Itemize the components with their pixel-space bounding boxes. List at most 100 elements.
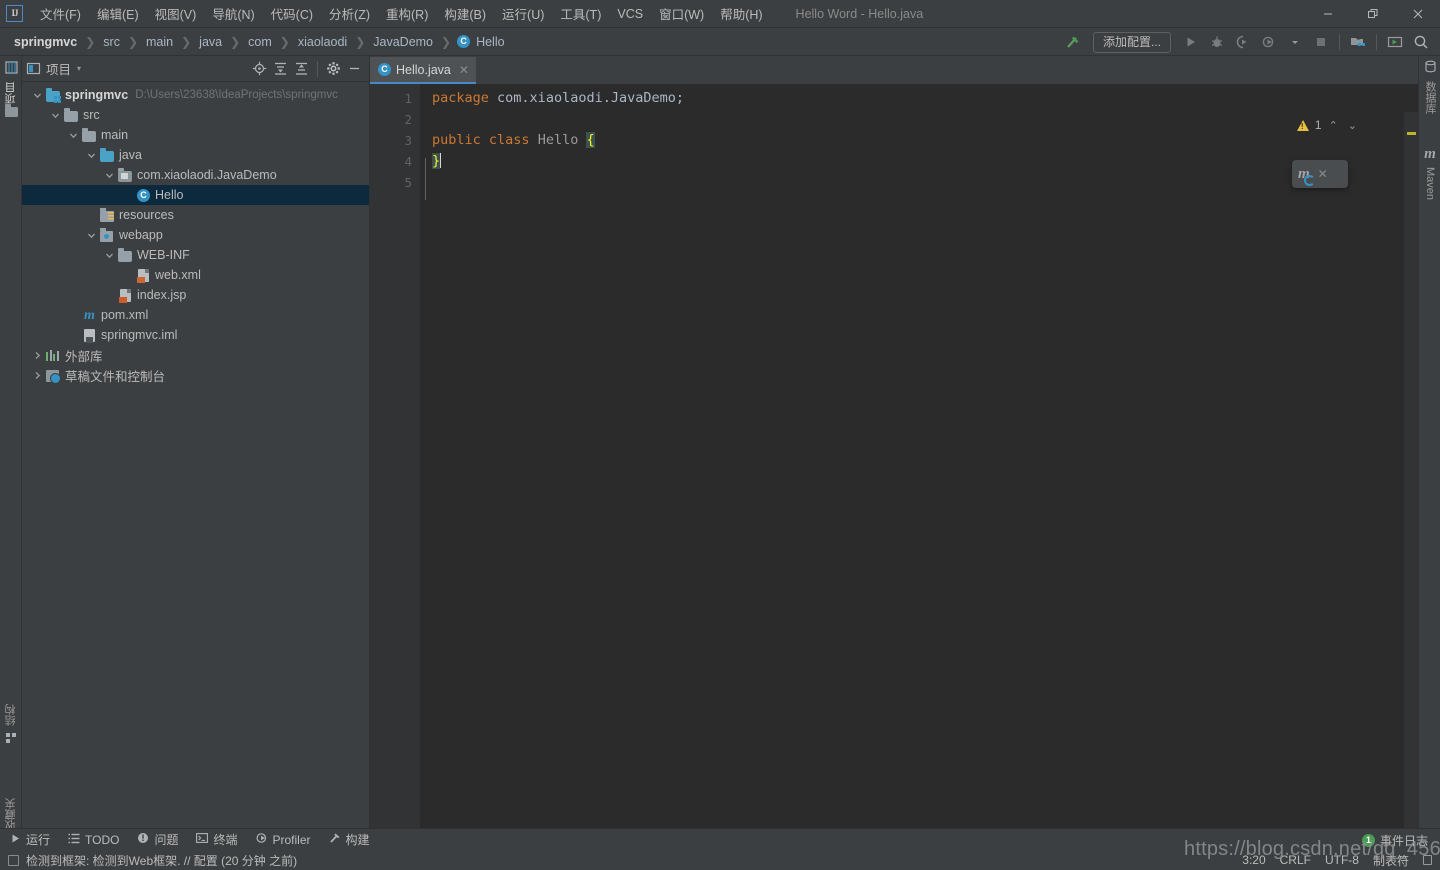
jsp-file-icon — [118, 288, 133, 303]
warning-marker[interactable] — [1407, 132, 1416, 135]
rail-button-database[interactable]: 数据库 — [1419, 60, 1440, 114]
close-icon[interactable]: ✕ — [459, 63, 469, 77]
code-line[interactable]: } — [432, 151, 1418, 172]
rail-button-structure[interactable]: 结构 — [0, 704, 22, 749]
chevron-down-icon[interactable] — [1282, 29, 1308, 55]
breadcrumb-item-2[interactable]: main — [144, 34, 175, 50]
chevron-down-icon[interactable] — [68, 130, 79, 141]
maven-reload-icon[interactable]: m — [1298, 166, 1315, 186]
tree-node-index-jsp[interactable]: index.jsp — [22, 285, 369, 305]
search-everywhere-icon[interactable] — [1408, 29, 1434, 55]
tree-node-web-xml[interactable]: web.xml — [22, 265, 369, 285]
breadcrumb-item-0[interactable]: springmvc — [12, 34, 79, 50]
run-coverage-icon[interactable] — [1230, 29, 1256, 55]
close-button[interactable] — [1395, 0, 1440, 28]
code-line[interactable] — [432, 172, 1418, 193]
chevron-down-icon[interactable] — [50, 110, 61, 121]
project-window-icon — [26, 61, 41, 76]
add-configuration-button[interactable]: 添加配置... — [1092, 31, 1171, 53]
breadcrumb-label: springmvc — [14, 34, 78, 49]
editor-tab-hello-java[interactable]: C Hello.java ✕ — [370, 57, 476, 84]
project-structure-icon[interactable] — [1345, 29, 1371, 55]
tree-node--[interactable]: 外部库 — [22, 345, 369, 365]
code-line[interactable] — [432, 109, 1418, 130]
code-editor[interactable]: 1 2 3 4 5 package com.xiaolaodi.JavaDemo; pu… — [370, 84, 1418, 828]
tree-node-pom-xml[interactable]: m pom.xml — [22, 305, 369, 325]
breadcrumb-item-5[interactable]: xiaolaodi — [296, 34, 349, 50]
project-tree[interactable]: springmvc D:\Users\23638\IdeaProjects\spr… — [22, 82, 369, 828]
menu-item-3[interactable]: 导航(N) — [204, 1, 262, 26]
code-line[interactable]: package com.xiaolaodi.JavaDemo; — [432, 88, 1418, 109]
build-hammer-icon[interactable] — [1060, 29, 1086, 55]
minimize-button[interactable] — [1305, 0, 1350, 28]
chevron-down-icon[interactable] — [86, 150, 97, 161]
menu-item-7[interactable]: 构建(B) — [436, 1, 494, 26]
code-folding-strip[interactable] — [420, 84, 432, 828]
chevron-right-icon[interactable] — [32, 370, 43, 381]
rail-button-project[interactable]: 项目 — [0, 60, 22, 117]
menu-item-8[interactable]: 运行(U) — [494, 1, 552, 26]
tree-node-com-xiaolaodi-javademo[interactable]: com.xiaolaodi.JavaDemo — [22, 165, 369, 185]
menu-item-10[interactable]: VCS — [609, 4, 651, 24]
status-message[interactable]: 检测到框架: 检测到Web框架. // 配置 (20 分钟 之前) — [26, 852, 297, 869]
tree-node-label: Hello — [155, 188, 184, 202]
breadcrumb-item-1[interactable]: src — [101, 34, 122, 50]
bottom-item-profiler[interactable]: Profiler — [248, 831, 319, 848]
expand-all-icon[interactable] — [270, 58, 291, 79]
tree-node-springmvc[interactable]: springmvc D:\Users\23638\IdeaProjects\spr… — [22, 85, 369, 105]
marker-scrollbar-stripe[interactable] — [1404, 112, 1418, 828]
chevron-down-icon[interactable] — [32, 90, 43, 101]
menu-item-0[interactable]: 文件(F) — [32, 1, 89, 26]
tree-node-src[interactable]: src — [22, 105, 369, 125]
collapse-all-icon[interactable] — [291, 58, 312, 79]
updating-running-icon[interactable] — [1382, 29, 1408, 55]
hide-minimize-icon[interactable] — [344, 58, 365, 79]
tree-node--[interactable]: 草稿文件和控制台 — [22, 365, 369, 385]
tree-node-hello[interactable]: C Hello — [22, 185, 369, 205]
chevron-down-icon[interactable]: ▾ — [77, 64, 81, 73]
menu-item-2[interactable]: 视图(V) — [147, 1, 205, 26]
tree-node-springmvc-iml[interactable]: springmvc.iml — [22, 325, 369, 345]
tree-node-java[interactable]: java — [22, 145, 369, 165]
profiler-icon[interactable] — [1256, 29, 1282, 55]
bottom-item-run[interactable]: 运行 — [2, 830, 58, 849]
chevron-right-icon[interactable] — [32, 350, 43, 361]
stop-icon[interactable] — [1308, 29, 1334, 55]
run-toolbar: 添加配置... — [1060, 28, 1440, 56]
breadcrumb-item-3[interactable]: java — [197, 34, 224, 50]
maven-reload-popup[interactable]: m ✕ — [1292, 160, 1348, 188]
run-icon[interactable] — [1178, 29, 1204, 55]
menu-item-4[interactable]: 代码(C) — [263, 1, 321, 26]
code-content[interactable]: package com.xiaolaodi.JavaDemo; public c… — [432, 84, 1418, 828]
restore-button[interactable] — [1350, 0, 1395, 28]
inspection-widget[interactable]: 1 ⌃ ⌄ — [1296, 118, 1360, 132]
menu-item-5[interactable]: 分析(Z) — [321, 1, 378, 26]
bottom-item-build[interactable]: 构建 — [321, 830, 378, 849]
tree-node-main[interactable]: main — [22, 125, 369, 145]
code-line[interactable]: public class Hello { — [432, 130, 1418, 151]
tree-node-web-inf[interactable]: WEB-INF — [22, 245, 369, 265]
chevron-up-icon[interactable]: ⌃ — [1326, 119, 1341, 132]
menu-item-9[interactable]: 工具(T) — [552, 1, 609, 26]
breadcrumb-item-6[interactable]: JavaDemo — [371, 34, 435, 50]
bottom-item-terminal[interactable]: 终端 — [188, 830, 245, 849]
close-icon[interactable]: ✕ — [1318, 167, 1328, 181]
chevron-down-icon[interactable] — [104, 250, 115, 261]
tree-node-resources[interactable]: resources — [22, 205, 369, 225]
debug-icon[interactable] — [1204, 29, 1230, 55]
bottom-item-todo[interactable]: TODO — [60, 832, 127, 848]
bottom-item-problems[interactable]: 问题 — [129, 830, 186, 849]
chevron-down-icon[interactable] — [86, 230, 97, 241]
menu-item-11[interactable]: 窗口(W) — [651, 1, 712, 26]
settings-gear-icon[interactable] — [323, 58, 344, 79]
rail-button-maven[interactable]: m Maven — [1419, 146, 1440, 200]
locate-target-icon[interactable] — [249, 58, 270, 79]
menu-item-6[interactable]: 重构(R) — [378, 1, 436, 26]
breadcrumb-item-7[interactable]: C Hello — [457, 34, 507, 50]
menu-item-12[interactable]: 帮助(H) — [712, 1, 770, 26]
breadcrumb-item-4[interactable]: com — [246, 34, 274, 50]
chevron-down-icon[interactable] — [104, 170, 115, 181]
chevron-down-icon[interactable]: ⌄ — [1345, 119, 1360, 132]
menu-item-1[interactable]: 编辑(E) — [89, 1, 147, 26]
tree-node-webapp[interactable]: webapp — [22, 225, 369, 245]
